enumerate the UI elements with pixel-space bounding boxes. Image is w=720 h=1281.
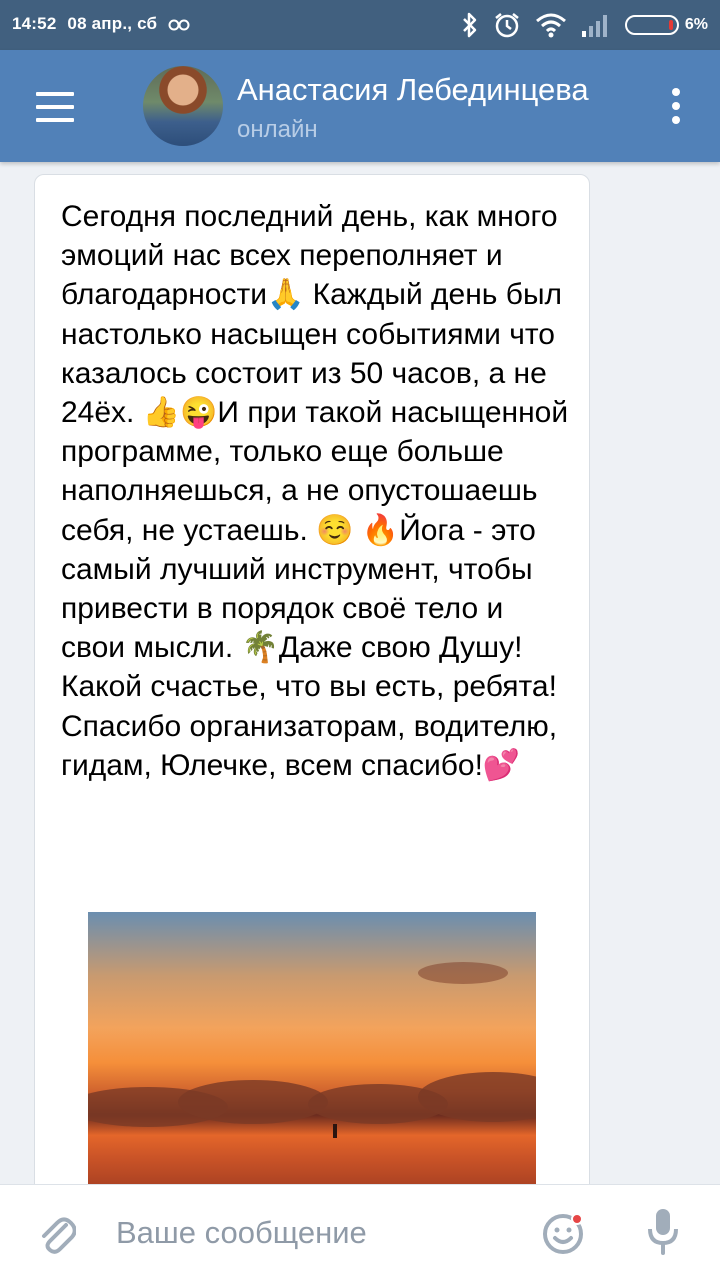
- microphone-icon[interactable]: [646, 1207, 680, 1257]
- avatar[interactable]: [143, 66, 223, 146]
- status-right: 6%: [461, 9, 708, 41]
- sunset-beach-photo[interactable]: [88, 912, 536, 1202]
- status-left: 14:52 08 апр., сб: [12, 14, 190, 34]
- paperclip-icon[interactable]: [36, 1211, 76, 1255]
- status-date: 08 апр., сб: [67, 14, 158, 33]
- alarm-icon: [495, 13, 519, 38]
- wifi-icon: [535, 13, 566, 38]
- bluetooth-icon: [462, 12, 477, 38]
- message-composer: [0, 1184, 720, 1281]
- battery-percent: 6%: [684, 16, 708, 33]
- more-vertical-icon[interactable]: [664, 86, 688, 126]
- status-bar: 14:52 08 апр., сб 6%: [0, 0, 720, 50]
- status-time: 14:52: [12, 14, 57, 33]
- walking-person: [333, 1124, 337, 1138]
- battery-indicator: 6%: [624, 15, 708, 35]
- hamburger-menu-icon[interactable]: [36, 92, 74, 122]
- message-bubble[interactable]: Сегодня последний день, как много эмоций…: [34, 174, 590, 1214]
- signal-icon: [581, 15, 607, 37]
- message-input[interactable]: [116, 1211, 516, 1255]
- message-text: Сегодня последний день, как много эмоций…: [61, 200, 577, 782]
- battery-icon: [624, 15, 679, 35]
- presence-status: онлайн: [237, 116, 318, 143]
- ok-app-icon: [168, 19, 190, 31]
- contact-name[interactable]: Анастасия Лебединцева: [237, 72, 589, 108]
- chat-header: Анастасия Лебединцева онлайн: [0, 50, 720, 162]
- emoji-icon[interactable]: [542, 1209, 588, 1255]
